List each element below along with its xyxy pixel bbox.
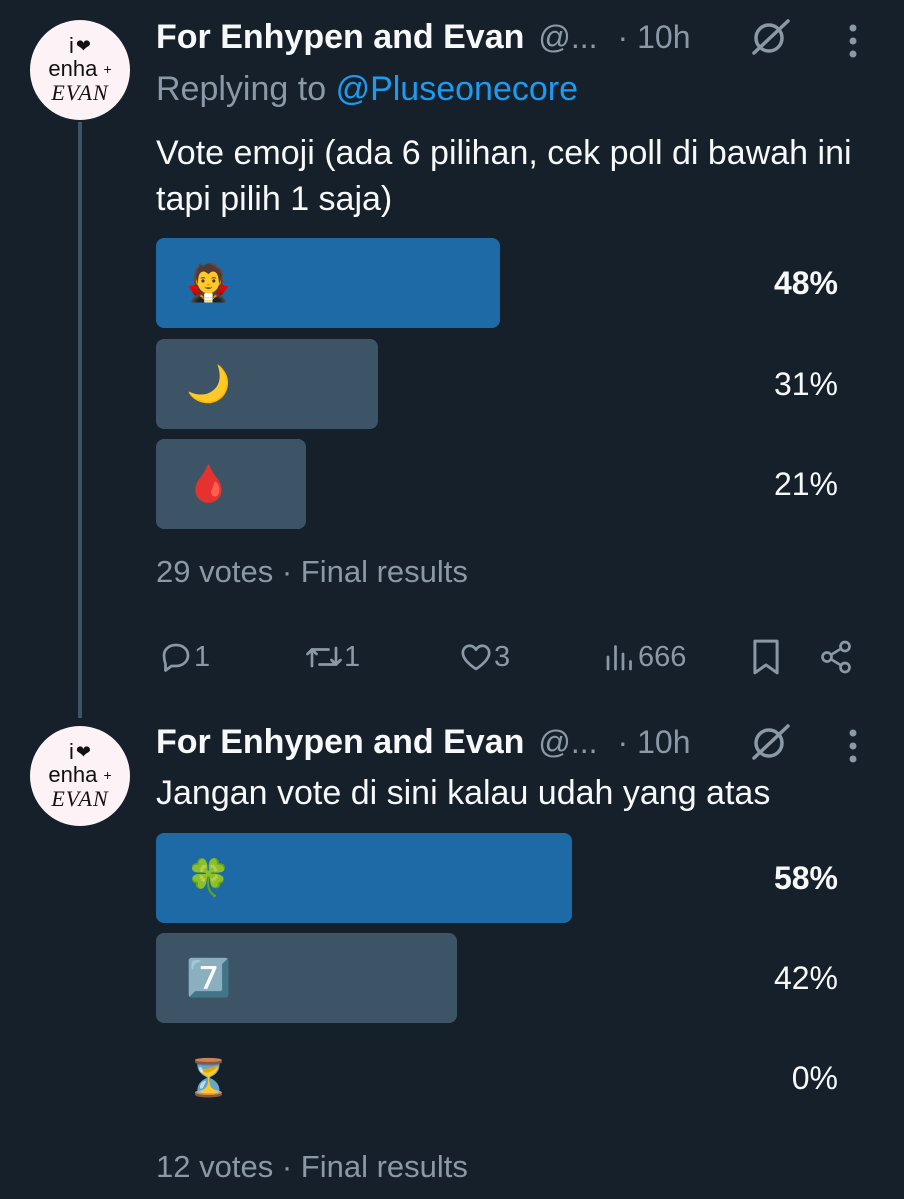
- bookmark-button[interactable]: [750, 632, 782, 682]
- poll-option-label: ⏳: [186, 1058, 231, 1099]
- thread-connector-line: [78, 122, 82, 718]
- mention-link[interactable]: @Pluseonecore: [336, 70, 578, 108]
- poll-option-label: 🌙: [186, 364, 231, 405]
- tweet-header: For Enhypen and Evan @... · 10h: [156, 15, 876, 59]
- poll-summary: 12 votes · Final results: [156, 1149, 468, 1184]
- like-count: 3: [494, 640, 511, 673]
- reply-count: 1: [194, 640, 211, 673]
- reply-button[interactable]: 1: [158, 632, 210, 682]
- more-options-icon[interactable]: [846, 23, 860, 59]
- grok-slash-icon[interactable]: [748, 722, 794, 762]
- user-handle[interactable]: @...: [538, 19, 597, 56]
- tweet-text: Vote emoji (ada 6 pilihan, cek poll di b…: [156, 134, 852, 218]
- analytics-icon: [606, 645, 632, 671]
- display-name[interactable]: For Enhypen and Evan: [156, 723, 524, 762]
- user-handle[interactable]: @...: [538, 724, 597, 761]
- poll-result-bar: [156, 439, 306, 529]
- tweet-text: Jangan vote di sini kalau udah yang atas: [156, 774, 771, 812]
- retweet-icon: [306, 646, 342, 668]
- poll-percentage: 31%: [773, 365, 838, 402]
- grok-slash-icon[interactable]: [748, 17, 794, 57]
- heart-icon: ❤: [75, 36, 91, 56]
- poll-option: 🩸 21%: [156, 439, 846, 529]
- poll-status: Final results: [300, 1149, 468, 1184]
- poll-option-label: 🧛: [186, 263, 231, 304]
- poll-percentage: 21%: [773, 465, 838, 502]
- poll-option: 7️⃣ 42%: [156, 933, 846, 1023]
- retweet-button[interactable]: 1: [304, 632, 360, 682]
- display-name[interactable]: For Enhypen and Evan: [156, 18, 524, 57]
- poll-option: ⏳ 0%: [156, 1033, 846, 1123]
- bookmark-icon: [753, 639, 779, 675]
- poll-summary: 29 votes · Final results: [156, 554, 468, 589]
- poll-status: Final results: [300, 554, 468, 589]
- retweet-count: 1: [344, 640, 361, 673]
- replying-to: Replying to @Pluseonecore: [156, 70, 578, 108]
- view-count: 666: [638, 640, 687, 673]
- views-button[interactable]: 666: [602, 632, 686, 682]
- share-button[interactable]: [818, 632, 854, 682]
- timestamp[interactable]: · 10h: [618, 724, 691, 761]
- poll-vote-count: 12 votes: [156, 1149, 274, 1184]
- poll-vote-count: 29 votes: [156, 554, 274, 589]
- poll-option: 🍀 58%: [156, 833, 846, 923]
- poll-option: 🧛 48%: [156, 238, 846, 328]
- tweet-header: For Enhypen and Evan @... · 10h: [156, 720, 876, 764]
- poll-option: 🌙 31%: [156, 339, 846, 429]
- poll-option-label: 7️⃣: [186, 958, 231, 999]
- avatar[interactable]: i ❤ enha + EVAN: [30, 20, 130, 120]
- timestamp[interactable]: · 10h: [618, 19, 691, 56]
- poll-option-label: 🍀: [186, 858, 231, 899]
- poll-option-label: 🩸: [186, 464, 231, 505]
- heart-icon: [461, 644, 491, 671]
- share-icon: [821, 640, 851, 674]
- avatar[interactable]: i ❤ enha + EVAN: [30, 726, 130, 826]
- poll-percentage: 48%: [773, 264, 838, 301]
- poll-percentage: 42%: [773, 959, 838, 996]
- poll-percentage: 0%: [791, 1059, 838, 1096]
- reply-icon: [162, 643, 190, 672]
- tweet-actions: 1 1 3 666: [156, 632, 856, 682]
- like-button[interactable]: 3: [458, 632, 510, 682]
- poll-percentage: 58%: [773, 859, 838, 896]
- heart-icon: ❤: [75, 742, 91, 762]
- more-options-icon[interactable]: [846, 728, 860, 764]
